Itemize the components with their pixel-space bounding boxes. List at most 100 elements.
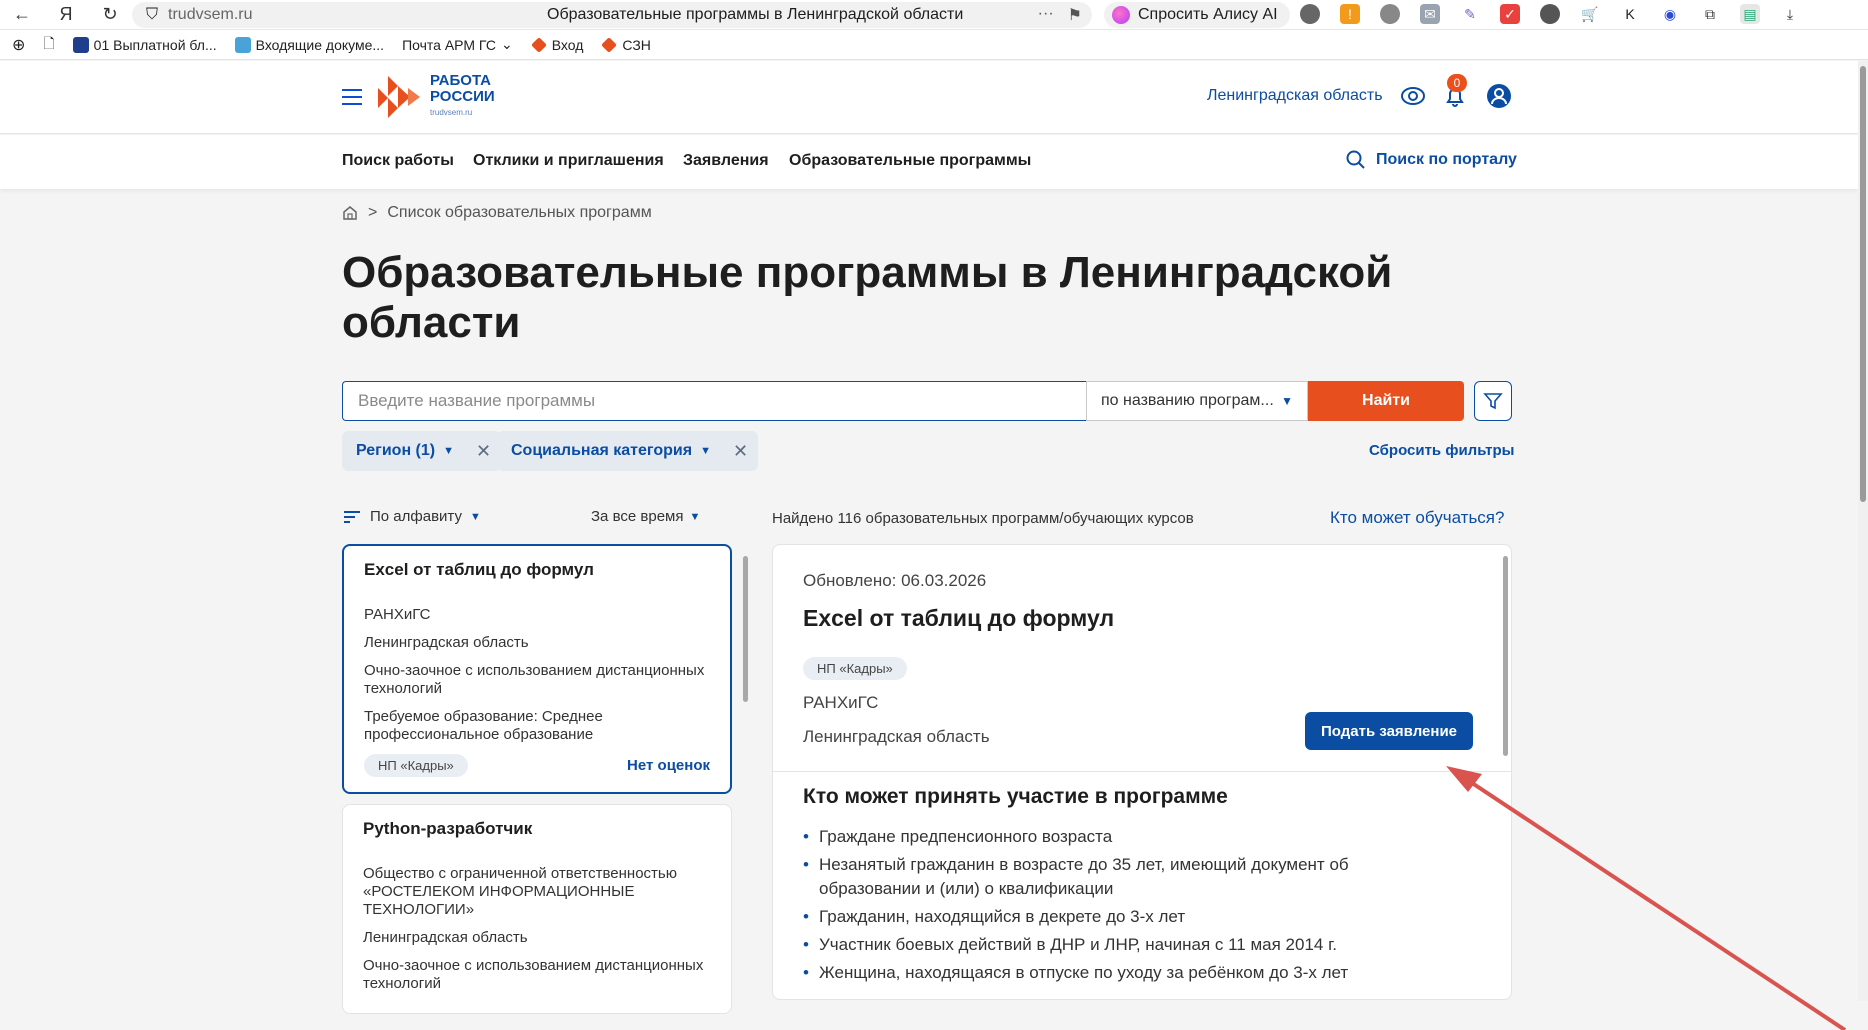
- extension-icon[interactable]: ◉: [1660, 4, 1680, 24]
- pocket-icon[interactable]: ✓: [1500, 4, 1520, 24]
- detail-scrollbar[interactable]: [1503, 556, 1508, 756]
- list-item: Женщина, находящаяся в отпуске по уходу …: [803, 961, 1393, 985]
- program-tag: НП «Кадры»: [803, 657, 907, 680]
- address-bar[interactable]: ⛉ trudvsem.ru Образовательные программы …: [132, 2, 1092, 28]
- page-scrollbar[interactable]: [1860, 66, 1866, 502]
- list-item: Участник боевых действий в ДНР и ЛНР, на…: [803, 933, 1393, 957]
- home-icon[interactable]: [342, 205, 358, 221]
- mail-icon[interactable]: ✉: [1420, 4, 1440, 24]
- list-scrollbar[interactable]: [743, 556, 748, 702]
- card-title: Python-разработчик: [363, 819, 533, 838]
- caret-down-icon: ▼: [469, 510, 481, 523]
- add-bookmark-icon[interactable]: ⊕: [12, 35, 25, 55]
- list-item: Незанятый гражданин в возрасте до 35 лет…: [803, 853, 1393, 901]
- download-icon[interactable]: ⤓: [1780, 4, 1800, 24]
- extension-icon[interactable]: [1380, 4, 1400, 24]
- results-count: Найдено 116 образовательных программ/обу…: [772, 510, 1194, 527]
- alice-button[interactable]: Спросить Алису AI: [1104, 2, 1290, 28]
- logo-mark-icon: [378, 76, 420, 118]
- extension-icon[interactable]: [1300, 4, 1320, 24]
- period-dropdown[interactable]: За все время ▼: [591, 508, 700, 525]
- caret-down-icon: ▼: [700, 445, 711, 457]
- participants-heading: Кто может принять участие в программе: [803, 785, 1228, 808]
- search-icon: [1346, 150, 1365, 169]
- program-tag: НП «Кадры»: [364, 754, 468, 777]
- yandex-icon[interactable]: Я: [44, 0, 88, 30]
- main-nav: Поиск работы Отклики и приглашения Заявл…: [0, 135, 1858, 189]
- menu-icon[interactable]: [342, 89, 362, 105]
- filter-button[interactable]: [1474, 381, 1512, 421]
- notifications-badge: 0: [1447, 74, 1467, 92]
- breadcrumb: > Список образовательных программ: [342, 204, 652, 222]
- search-mode-select[interactable]: по названию програм... ▼: [1086, 381, 1308, 421]
- trudvsem-icon: [601, 36, 618, 53]
- alice-label: Спросить Алису AI: [1138, 6, 1278, 23]
- accessibility-eye-icon[interactable]: [1400, 83, 1426, 109]
- extension-icon[interactable]: ⧉: [1700, 4, 1720, 24]
- participants-list: Граждане предпенсионного возраста Незаня…: [803, 825, 1393, 989]
- cloud-icon: [72, 36, 89, 53]
- close-icon[interactable]: ✕: [476, 441, 491, 462]
- detail-title: Excel от таблиц до формул: [803, 605, 1115, 631]
- extension-icon[interactable]: ▤: [1740, 4, 1760, 24]
- social-category-filter-chip[interactable]: Социальная категория ▼ ✕: [497, 431, 759, 471]
- nav-education-programs[interactable]: Образовательные программы: [789, 152, 1031, 170]
- reload-icon[interactable]: ↻: [88, 0, 132, 30]
- bookmark-item[interactable]: Вход: [530, 36, 583, 53]
- bookmarks-bar: ⊕ 🗋 01 Выплатной бл... Входящие докуме..…: [0, 30, 1868, 60]
- card-form: Очно-заочное с использованием дистанцион…: [364, 662, 705, 697]
- user-avatar-icon[interactable]: [1486, 83, 1512, 109]
- program-card[interactable]: Python-разработчик Общество с ограниченн…: [342, 804, 732, 1014]
- extension-icon[interactable]: [1540, 4, 1560, 24]
- extension-icon[interactable]: K: [1620, 4, 1640, 24]
- updated-date: Обновлено: 06.03.2026: [803, 571, 987, 590]
- apply-button[interactable]: Подать заявление: [1305, 712, 1473, 750]
- back-icon[interactable]: ←: [0, 0, 44, 30]
- nav-responses[interactable]: Отклики и приглашения: [473, 152, 664, 170]
- program-detail-panel: Обновлено: 06.03.2026 Excel от таблиц до…: [772, 544, 1512, 1000]
- page-icon[interactable]: 🗋: [43, 33, 54, 57]
- card-title: Excel от таблиц до формул: [364, 560, 594, 579]
- sort-dropdown[interactable]: По алфавиту ▼: [342, 508, 481, 525]
- reset-filters-link[interactable]: Сбросить фильтры: [1369, 442, 1514, 459]
- portal-search-link[interactable]: Поиск по порталу: [1346, 150, 1517, 170]
- program-search-input[interactable]: [342, 381, 1086, 421]
- logo[interactable]: РАБОТА РОССИИ trudvsem.ru: [378, 73, 495, 121]
- card-region: Ленинградская область: [364, 634, 529, 651]
- caret-down-icon: ▼: [443, 445, 454, 457]
- close-icon[interactable]: ✕: [733, 441, 748, 462]
- card-org: Общество с ограниченной ответственностью…: [363, 865, 677, 918]
- page-title: Образовательные программы в Ленинградско…: [342, 248, 1393, 347]
- bookmark-item[interactable]: Входящие докуме...: [234, 36, 384, 53]
- card-region: Ленинградская область: [363, 929, 528, 946]
- detail-region: Ленинградская область: [803, 727, 990, 746]
- who-can-study-link[interactable]: Кто может обучаться?: [1330, 508, 1504, 528]
- bookmark-icon[interactable]: ⚑: [1068, 5, 1082, 25]
- tab-title: Образовательные программы в Ленинградско…: [547, 6, 964, 23]
- extension-icon[interactable]: !: [1340, 4, 1360, 24]
- bookmark-item[interactable]: СЗН: [601, 37, 651, 53]
- card-education: Требуемое образование: Среднее профессио…: [364, 708, 603, 743]
- program-card[interactable]: Excel от таблиц до формул РАНХиГС Ленинг…: [342, 544, 732, 794]
- caret-down-icon: ▼: [689, 510, 701, 523]
- sort-icon: [344, 510, 360, 523]
- nav-applications[interactable]: Заявления: [683, 152, 769, 170]
- region-selector[interactable]: Ленинградская область: [1207, 87, 1383, 105]
- detail-org: РАНХиГС: [803, 693, 879, 712]
- find-button[interactable]: Найти: [1308, 381, 1464, 421]
- cart-icon[interactable]: 🛒: [1580, 4, 1600, 24]
- breadcrumb-separator: >: [368, 204, 378, 221]
- pen-icon[interactable]: ✎: [1460, 4, 1480, 24]
- breadcrumb-current: Список образовательных программ: [387, 204, 652, 221]
- trudvsem-icon: [530, 36, 547, 53]
- card-org: РАНХиГС: [364, 606, 431, 623]
- bookmark-item[interactable]: Почта АРМ ГС ⌄: [402, 36, 513, 53]
- nav-job-search[interactable]: Поиск работы: [342, 152, 454, 170]
- extensions-bar: ! ✉ ✎ ✓ 🛒 K ◉ ⧉ ▤ ⤓: [1300, 4, 1800, 24]
- rating-link[interactable]: Нет оценок: [627, 757, 710, 774]
- url-text: trudvsem.ru: [168, 6, 253, 23]
- list-item: Гражданин, находящийся в декрете до 3-х …: [803, 905, 1393, 929]
- bookmark-item[interactable]: 01 Выплатной бл...: [72, 36, 217, 53]
- more-icon[interactable]: ···: [1038, 5, 1054, 25]
- region-filter-chip[interactable]: Регион (1) ▼ ✕: [342, 431, 502, 471]
